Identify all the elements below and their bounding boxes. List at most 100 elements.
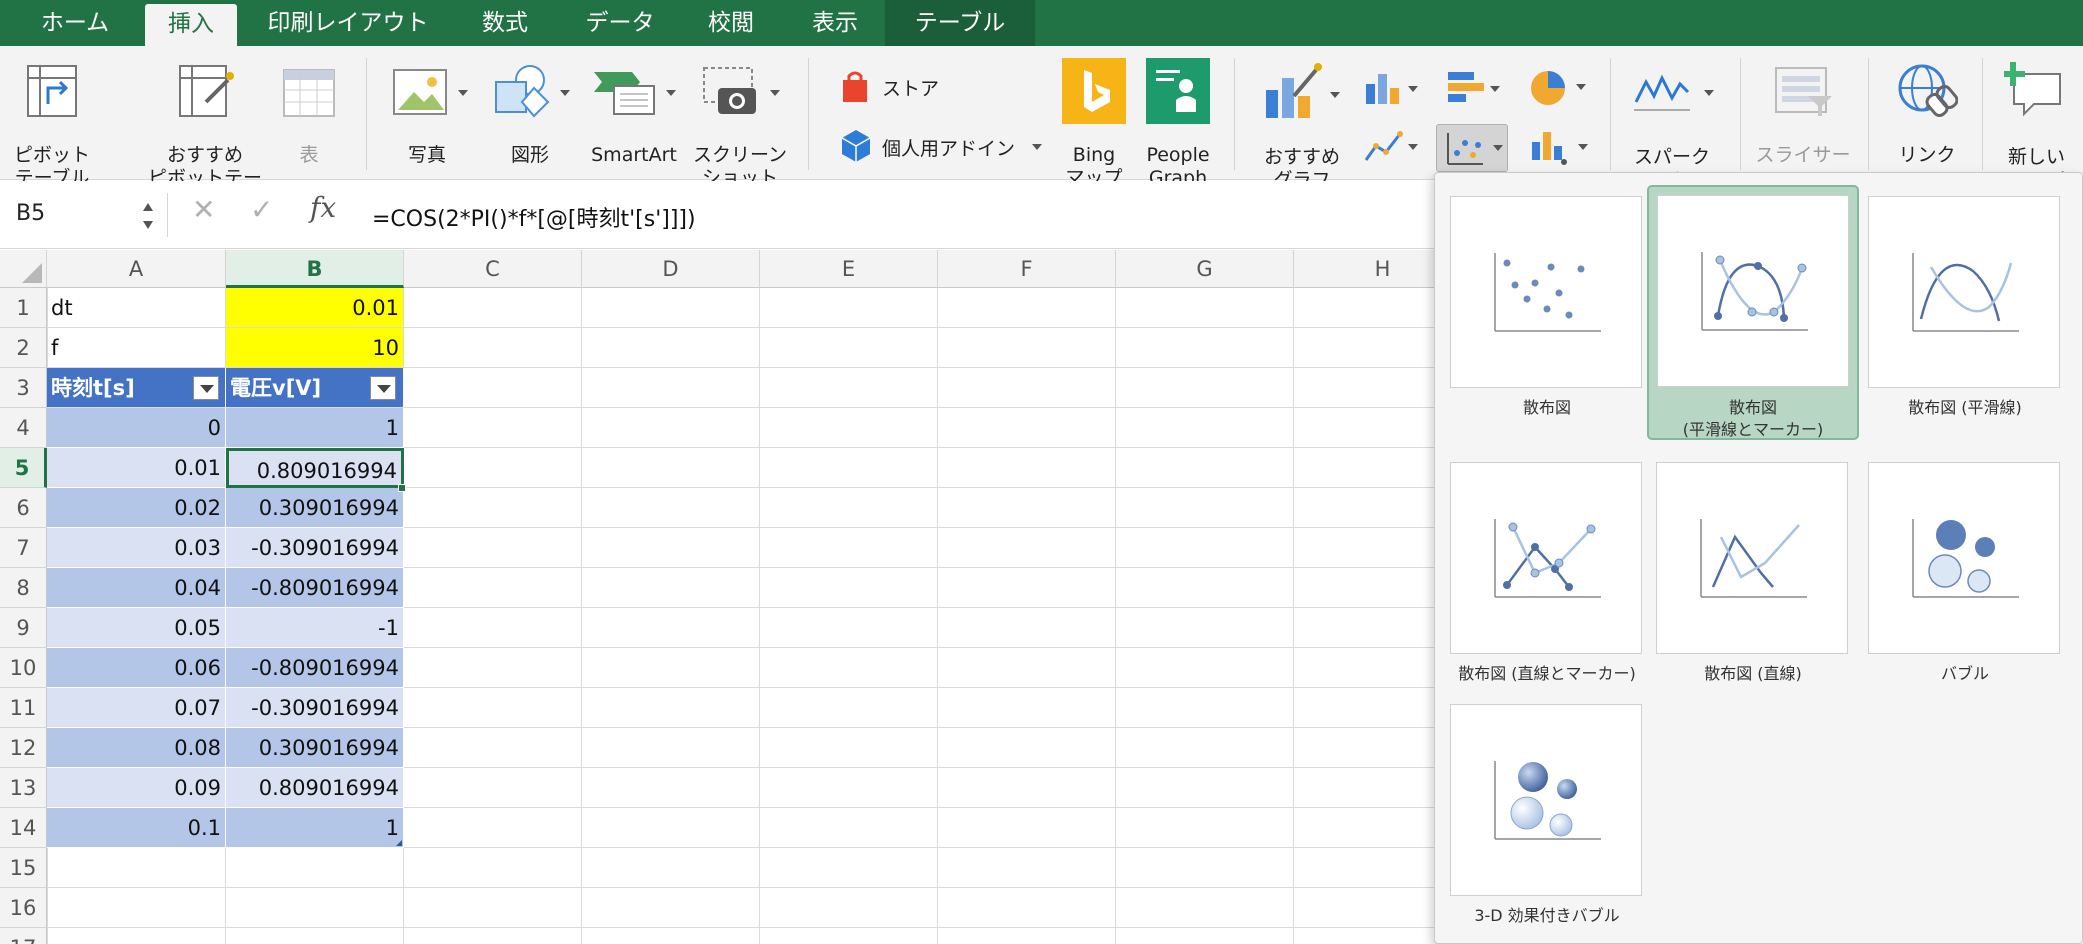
cell-a6[interactable]: 0.02 (47, 488, 226, 528)
other-charts-button[interactable] (1526, 126, 1590, 170)
cell-b5-active[interactable]: 0.809016994 (226, 448, 404, 488)
filter-dropdown-button[interactable] (370, 376, 396, 400)
formula-input[interactable]: =COS(2*PI()*f*[@[時刻t'[s']]]) (372, 201, 696, 233)
row-header-14[interactable]: 14 (0, 808, 47, 848)
bar-chart-button[interactable] (1444, 68, 1504, 112)
row-header-8[interactable]: 8 (0, 568, 47, 608)
cell-a4[interactable]: 0 (47, 408, 226, 448)
cell-a9[interactable]: 0.05 (47, 608, 226, 648)
cell-b4[interactable]: 1 (226, 408, 404, 448)
column-header-a[interactable]: A (47, 250, 226, 288)
cell-a2[interactable]: f (47, 328, 226, 368)
cell-b14[interactable]: 1 (226, 808, 404, 848)
fill-handle[interactable] (398, 484, 406, 492)
cancel-formula-icon[interactable]: ✕ (192, 193, 215, 237)
cell-a13[interactable]: 0.09 (47, 768, 226, 808)
tab-home[interactable]: ホーム (20, 0, 130, 46)
column-header-f[interactable]: F (938, 250, 1116, 288)
gallery-item-scatter-straight[interactable]: 散布図 (直線) (1647, 453, 1859, 708)
link-button[interactable]: リンク (1882, 60, 1972, 166)
recommended-charts-button[interactable]: おすすめ グラフ (1250, 60, 1354, 191)
cell-b1[interactable]: 0.01 (226, 288, 404, 328)
column-header-b[interactable]: B (226, 250, 404, 288)
cell-a10[interactable]: 0.06 (47, 648, 226, 688)
row-header-15[interactable]: 15 (0, 848, 47, 888)
row-header-7[interactable]: 7 (0, 528, 47, 568)
gallery-item-scatter-smooth[interactable]: 散布図 (平滑線) (1859, 187, 2071, 442)
cell-b11[interactable]: -0.309016994 (226, 688, 404, 728)
column-header-c[interactable]: C (404, 250, 582, 288)
select-all-corner[interactable] (0, 250, 47, 288)
sparklines-button[interactable]: スパーク ライン (1622, 60, 1722, 191)
cell-a12[interactable]: 0.08 (47, 728, 226, 768)
cell-a11[interactable]: 0.07 (47, 688, 226, 728)
tab-page-layout[interactable]: 印刷レイアウト (248, 0, 448, 46)
tab-review[interactable]: 校閲 (686, 0, 776, 46)
cell-a7[interactable]: 0.03 (47, 528, 226, 568)
row-header-5[interactable]: 5 (0, 448, 47, 488)
cell-b3[interactable]: 電圧v[V] (226, 368, 404, 408)
cell-a1[interactable]: dt (47, 288, 226, 328)
scatter-chart-button[interactable] (1436, 124, 1508, 172)
tab-insert[interactable]: 挿入 (145, 4, 237, 46)
tab-table-design[interactable]: テーブル (885, 0, 1035, 46)
enter-formula-icon[interactable]: ✓ (250, 193, 273, 237)
pictures-button[interactable]: 写真 (382, 60, 472, 166)
cell-b6[interactable]: 0.309016994 (226, 488, 404, 528)
row-header-16[interactable]: 16 (0, 888, 47, 928)
name-box-stepper-icon[interactable] (140, 199, 156, 233)
line-chart-button[interactable] (1362, 126, 1422, 170)
name-box[interactable]: B5 (0, 193, 168, 237)
smartart-button[interactable]: SmartArt (584, 60, 684, 166)
row-header-1[interactable]: 1 (0, 288, 47, 328)
cell-b12[interactable]: 0.309016994 (226, 728, 404, 768)
cell-a3[interactable]: 時刻t[s] (47, 368, 226, 408)
insert-function-icon[interactable]: fx (310, 191, 336, 235)
gallery-item-scatter-straight-markers[interactable]: 散布図 (直線とマーカー) (1441, 453, 1653, 708)
cell-a14[interactable]: 0.1 (47, 808, 226, 848)
pie-chart-button[interactable] (1526, 66, 1590, 112)
row-header-3[interactable]: 3 (0, 368, 47, 408)
shapes-button[interactable]: 図形 (486, 60, 574, 166)
slicer-button[interactable]: スライサー (1748, 60, 1858, 166)
recommended-pivot-button[interactable]: おすすめ ピボットテーブル (140, 60, 270, 212)
pivot-table-button[interactable]: ピボット テーブル (10, 60, 94, 189)
column-chart-button[interactable] (1362, 68, 1422, 112)
gallery-item-scatter-smooth-markers[interactable]: 散布図 (平滑線とマーカー) (1647, 185, 1859, 440)
column-header-e[interactable]: E (760, 250, 938, 288)
new-comment-button[interactable]: 新しい コメント (1990, 60, 2083, 191)
gallery-item-bubble[interactable]: バブル (1859, 453, 2071, 708)
row-header-11[interactable]: 11 (0, 688, 47, 728)
people-graph-button[interactable]: People Graph (1140, 58, 1216, 189)
cell-b13[interactable]: 0.809016994 (226, 768, 404, 808)
row-header-4[interactable]: 4 (0, 408, 47, 448)
bing-maps-button[interactable]: Bing マップ (1058, 58, 1130, 189)
row-header-13[interactable]: 13 (0, 768, 47, 808)
tab-formulas[interactable]: 数式 (460, 0, 550, 46)
tab-data[interactable]: データ (570, 0, 670, 46)
cell-a8[interactable]: 0.04 (47, 568, 226, 608)
gallery-item-scatter[interactable]: 散布図 (1441, 187, 1653, 442)
table-button[interactable]: 表 (276, 60, 342, 180)
gallery-item-bubble-3d[interactable]: 3-D 効果付きバブル (1441, 695, 1653, 944)
row-header-9[interactable]: 9 (0, 608, 47, 648)
cell-b2[interactable]: 10 (226, 328, 404, 368)
cell-b10[interactable]: -0.809016994 (226, 648, 404, 688)
cell-a5[interactable]: 0.01 (47, 448, 226, 488)
table-resize-handle[interactable] (396, 840, 402, 846)
cell-b7[interactable]: -0.309016994 (226, 528, 404, 568)
row-header-10[interactable]: 10 (0, 648, 47, 688)
screenshot-button[interactable]: スクリーン ショット (690, 60, 790, 189)
my-addins-button[interactable]: 個人用アドイン (836, 128, 1048, 168)
row-header-17[interactable]: 17 (0, 928, 47, 944)
column-header-h[interactable]: H (1294, 250, 1440, 288)
tab-view[interactable]: 表示 (790, 0, 880, 46)
row-header-12[interactable]: 12 (0, 728, 47, 768)
column-header-d[interactable]: D (582, 250, 760, 288)
filter-dropdown-button[interactable] (193, 376, 219, 400)
row-header-2[interactable]: 2 (0, 328, 47, 368)
cell-b8[interactable]: -0.809016994 (226, 568, 404, 608)
store-button[interactable]: ストア (836, 68, 976, 108)
column-header-g[interactable]: G (1116, 250, 1294, 288)
row-header-6[interactable]: 6 (0, 488, 47, 528)
